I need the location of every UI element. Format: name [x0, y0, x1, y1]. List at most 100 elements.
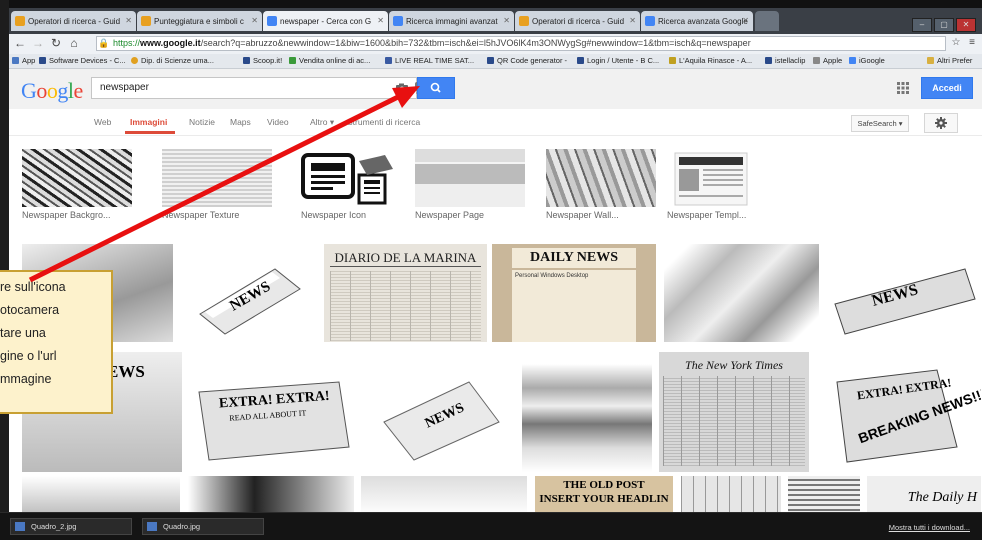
maximize-icon[interactable]: ▢ [934, 18, 954, 32]
image-result[interactable]: NEWS [369, 352, 514, 472]
suggestion-item[interactable]: Newspaper Texture [162, 149, 272, 220]
close-icon[interactable]: ✕ [742, 16, 749, 25]
back-icon[interactable]: ← [13, 36, 27, 50]
search-button[interactable] [417, 77, 455, 99]
tab-label: Operatori di ricerca - Guid [28, 16, 121, 26]
taskbar-item[interactable]: Quadro_2.jpg [10, 518, 132, 535]
file-icon [487, 57, 494, 64]
image-result[interactable]: DAILY NEWS Personal Windows Desktop [492, 244, 656, 342]
url-domain: www.google.it [140, 38, 201, 48]
bookmark-folder[interactable]: Altri Prefer [927, 56, 972, 65]
browser-tab-1[interactable]: Operatori di ricerca - Guid ✕ [11, 11, 136, 31]
safesearch-dropdown[interactable]: SafeSearch ▾ [851, 115, 909, 132]
image-result[interactable] [681, 476, 781, 512]
people-icon [141, 16, 151, 26]
url-input[interactable]: https://www.google.it/search?q=abruzzo&n… [96, 36, 946, 51]
suggestion-thumbnail [667, 149, 777, 207]
image-result[interactable]: THE OLD POST INSERT YOUR HEADLIN [535, 476, 673, 512]
bookmark-item[interactable]: Scoop.it! [243, 56, 282, 65]
image-result[interactable] [188, 476, 354, 512]
image-result[interactable]: NEWS [180, 244, 317, 342]
address-bar: ← → ↻ ⌂ https://www.google.it/search?q=a… [9, 34, 982, 54]
forward-icon[interactable]: → [31, 36, 45, 50]
bookmark-label: Altri Prefer [937, 56, 973, 65]
google-images-page: Google newspaper Accedi Web Immagini Not… [9, 69, 982, 512]
settings-button[interactable] [924, 113, 958, 133]
image-result[interactable]: EXTRA! EXTRA! BREAKING NEWS!!! [817, 352, 981, 472]
image-result[interactable] [361, 476, 527, 512]
home-icon[interactable]: ⌂ [67, 36, 81, 50]
suggestion-label: Newspaper Wall... [546, 210, 619, 220]
browser-tab-2[interactable]: Punteggiatura e simboli c ✕ [137, 11, 262, 31]
google-logo[interactable]: Google [21, 78, 83, 104]
tab-maps[interactable]: Maps [230, 117, 251, 127]
bookmark-item[interactable]: Vendita online di ac... [289, 56, 370, 65]
browser-tab-6[interactable]: Ricerca avanzata Google ✕ [641, 11, 753, 31]
globe-icon [131, 57, 138, 64]
tab-web[interactable]: Web [94, 117, 111, 127]
image-result[interactable]: The Daily H [867, 476, 981, 512]
apps-grid-icon[interactable] [896, 81, 910, 95]
image-result[interactable] [788, 476, 860, 512]
bookmark-item[interactable]: Apple [813, 56, 842, 65]
tab-more[interactable]: Altro ▾ [310, 117, 334, 128]
taskbar: Quadro_2.jpg Quadro.jpg Mostra tutti i d… [0, 512, 982, 540]
bookmark-item[interactable]: LIVE REAL TIME SAT... [385, 56, 474, 65]
menu-icon[interactable]: ≡ [965, 36, 979, 50]
close-icon[interactable]: ✕ [503, 16, 510, 25]
taskbar-item[interactable]: Quadro.jpg [142, 518, 264, 535]
image-result[interactable]: DIARIO DE LA MARINA [324, 244, 487, 342]
star-icon[interactable]: ☆ [949, 36, 963, 50]
folder-icon [927, 57, 934, 64]
bookmark-item[interactable]: iGoogle [849, 56, 885, 65]
bookmark-item[interactable]: QR Code generator - [487, 56, 567, 65]
image-result[interactable]: EXTRA! EXTRA! READ ALL ABOUT IT [189, 352, 361, 472]
annotation-callout: re sull'icona otocamera tare una gine o … [0, 270, 113, 414]
close-window-icon[interactable]: ✕ [956, 18, 976, 32]
image-result[interactable] [664, 244, 819, 342]
tab-video[interactable]: Video [267, 117, 289, 127]
image-result[interactable] [22, 476, 180, 512]
browser-tab-3[interactable]: newspaper - Cerca con G ✕ [263, 11, 388, 31]
close-icon[interactable]: ✕ [251, 16, 258, 25]
bookmark-label: Scoop.it! [253, 56, 283, 65]
bookmark-item[interactable]: App [12, 56, 35, 65]
bookmark-label: Software Devices - C... [49, 56, 126, 65]
tab-label: Ricerca avanzata Google [658, 16, 748, 26]
close-icon[interactable]: ✕ [377, 16, 384, 25]
close-icon[interactable]: ✕ [125, 16, 132, 25]
suggestion-item[interactable]: Newspaper Wall... [546, 149, 656, 220]
bookmark-item[interactable]: Login / Utente - B C... [577, 56, 659, 65]
bookmark-item[interactable]: istellaclip [765, 56, 805, 65]
google-header: Google newspaper Accedi [9, 69, 982, 110]
search-input[interactable]: newspaper [91, 77, 417, 99]
browser-tab-5[interactable]: Operatori di ricerca - Guid ✕ [515, 11, 640, 31]
minimize-icon[interactable]: – [912, 18, 932, 32]
suggestion-label: Newspaper Templ... [667, 210, 747, 220]
bookmark-item[interactable]: Dip. di Scienze uma... [131, 56, 214, 65]
show-all-downloads-link[interactable]: Mostra tutti i download... [889, 523, 970, 532]
image-result[interactable]: The New York Times [659, 352, 809, 472]
image-result[interactable]: NEWS [825, 244, 981, 342]
image-result[interactable] [522, 352, 652, 472]
bookmark-item[interactable]: L'Aquila Rinasce - A... [669, 56, 752, 65]
reload-icon[interactable]: ↻ [49, 36, 63, 50]
suggestion-item[interactable]: Newspaper Templ... [667, 149, 777, 220]
tab-images[interactable]: Immagini [130, 117, 167, 127]
suggestion-item[interactable]: Newspaper Icon [301, 149, 411, 220]
close-icon[interactable]: ✕ [629, 16, 636, 25]
suggestion-label: Newspaper Icon [301, 210, 367, 220]
camera-icon[interactable] [395, 81, 409, 95]
tab-label: Ricerca immagini avanzat [406, 16, 498, 26]
login-button[interactable]: Accedi [921, 77, 973, 99]
tab-news[interactable]: Notizie [189, 117, 215, 127]
bookmark-item[interactable]: Software Devices - C... [39, 56, 126, 65]
tab-search-tools[interactable]: Strumenti di ricerca [347, 117, 420, 127]
suggestion-item[interactable]: Newspaper Backgro... [22, 149, 132, 220]
bookmark-label: Dip. di Scienze uma... [141, 56, 214, 65]
satellite-icon [385, 57, 392, 64]
result-headline: The Daily H [907, 490, 977, 505]
suggestion-item[interactable]: Newspaper Page [415, 149, 525, 220]
browser-tab-4[interactable]: Ricerca immagini avanzat ✕ [389, 11, 514, 31]
new-tab-button[interactable] [755, 11, 779, 31]
